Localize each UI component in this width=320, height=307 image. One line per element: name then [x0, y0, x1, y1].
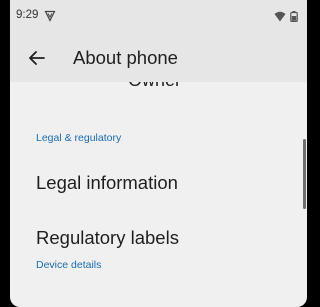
phone-screen: 9:29 About phone Legal & regulatory Lega…: [10, 0, 307, 307]
section-header-legal: Legal & regulatory: [36, 132, 122, 144]
section-header-device-details: Device details: [36, 259, 102, 271]
list-item-regulatory-labels[interactable]: Regulatory labels: [36, 227, 179, 249]
status-time: 9:29: [16, 9, 39, 21]
app-bar: About phone: [10, 30, 307, 82]
page-title: About phone: [73, 47, 178, 68]
notification-shield-icon: [44, 9, 56, 27]
battery-icon: [290, 9, 298, 27]
status-bar: 9:29: [10, 0, 307, 30]
scrollbar[interactable]: [303, 139, 306, 209]
settings-list: Owner Legal & regulatory Legal informati…: [10, 70, 307, 307]
wifi-icon: [274, 9, 286, 27]
back-arrow-icon[interactable]: [27, 48, 47, 68]
list-item-legal-information[interactable]: Legal information: [36, 172, 178, 194]
status-icons: [274, 9, 298, 27]
